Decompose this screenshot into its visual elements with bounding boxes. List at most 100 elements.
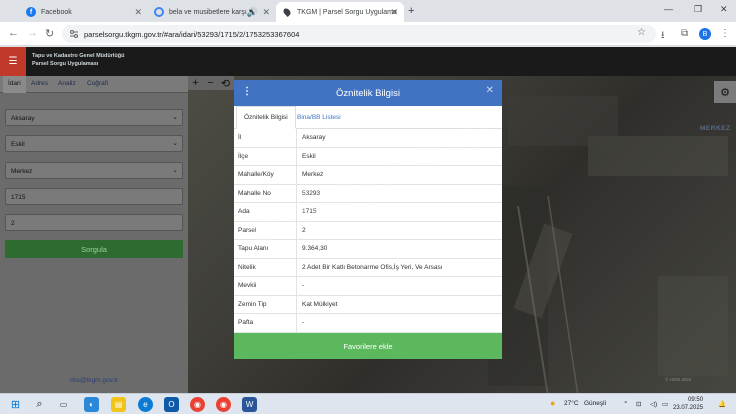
map-settings-gear-icon[interactable]: ⚙	[714, 81, 736, 103]
chrome-icon[interactable]: ◉	[190, 397, 205, 412]
attribute-value: Aksaray	[302, 134, 326, 142]
search-tabs: İdari Adres Analiz Coğrafi	[0, 76, 188, 93]
url-text: parselsorgu.tkgm.gov.tr/#ara/idari/53293…	[84, 29, 300, 39]
map-pin-icon	[282, 7, 292, 17]
weather-sun-icon: ●	[550, 398, 556, 408]
facebook-icon: f	[26, 7, 36, 17]
battery-icon[interactable]: ▭	[662, 400, 668, 408]
attribute-table: İl Aksaray İlçe Eskil Mahalle/Köy Merkez Mahal…	[234, 129, 502, 333]
back-icon[interactable]: ←	[8, 27, 19, 39]
file-explorer-icon[interactable]: ▤	[111, 397, 126, 412]
search-panel: İdari Adres Analiz Coğrafi Aksaray ⌄ Esk…	[0, 76, 188, 393]
tab-adres[interactable]: Adres	[31, 80, 48, 87]
minimize-icon[interactable]: —	[664, 4, 673, 14]
sorgula-button[interactable]: Sorgula	[5, 240, 183, 258]
app-brand: Tapu ve Kadastro Genel Müdürlüğü Parsel …	[32, 52, 125, 68]
attribute-value: Eskil	[302, 152, 316, 160]
tab-idari[interactable]: İdari	[3, 76, 26, 93]
attribute-info-modal: ⋮ Öznitelik Bilgisi ✕ Öznitelik Bilgisi …	[234, 80, 502, 359]
extensions-icon[interactable]: ⧉	[681, 28, 688, 39]
modal-tabs: Öznitelik Bilgisi Bina/BB Listesi	[234, 106, 502, 129]
tab-analiz[interactable]: Analiz	[58, 80, 76, 87]
attribute-row: Ada 1715	[234, 203, 502, 222]
zoom-controls: + − ⟲	[188, 76, 234, 90]
il-select[interactable]: Aksaray ⌄	[5, 109, 183, 126]
weather-text[interactable]: Güneşli	[584, 400, 606, 407]
copilot-icon[interactable]: ◐	[84, 397, 99, 412]
attribute-key: Ada	[234, 203, 297, 221]
task-view-icon[interactable]: ▭	[56, 397, 71, 412]
profile-avatar[interactable]: B	[699, 28, 711, 40]
attribute-value: -	[302, 319, 305, 327]
attribute-value: 2 Adet Bir Katlı Betonarme Ofis,İş Yeri,…	[302, 263, 443, 271]
maximize-icon[interactable]: ❐	[694, 4, 702, 15]
windows-start-icon[interactable]: ⊞	[8, 397, 23, 412]
attribute-key: Tapu Alanı	[234, 240, 297, 258]
contact-email-link[interactable]: cbs@tkgm.gov.tr	[0, 377, 188, 384]
attribute-key: Mevkii	[234, 277, 297, 295]
zoom-out-icon[interactable]: −	[203, 77, 218, 89]
tab-label: TKGM | Parsel Sorgu Uygulama	[297, 8, 397, 16]
speaker-icon[interactable]: 🔊	[247, 7, 258, 18]
zoom-in-icon[interactable]: +	[188, 77, 203, 89]
volume-icon[interactable]: ◁)	[650, 400, 657, 408]
attribute-key: Nitelik	[234, 258, 297, 276]
map-label-merkez: MERKEZ	[700, 125, 731, 132]
bookmark-star-icon[interactable]: ☆	[637, 27, 646, 38]
clock-date: 23.07.2025	[673, 405, 704, 411]
attribute-row: Tapu Alanı 9.364,30	[234, 240, 502, 259]
download-icon[interactable]: ⭳	[661, 28, 665, 45]
word-icon[interactable]: W	[242, 397, 257, 412]
attribute-value: 2	[302, 226, 306, 234]
hamburger-menu-icon[interactable]: ☰	[0, 47, 26, 76]
tab-bina-listesi[interactable]: Bina/BB Listesi	[290, 106, 348, 129]
tab-facebook[interactable]: f Facebook ✕	[20, 2, 148, 22]
close-tab-icon[interactable]: ✕	[134, 7, 142, 18]
tab-google[interactable]: bela ve musibetlere karşı d 🔊 ✕	[148, 2, 276, 22]
network-icon[interactable]: ⊡	[636, 400, 641, 408]
tab-oznitelik[interactable]: Öznitelik Bilgisi	[236, 106, 296, 129]
tray-overflow-icon[interactable]: ⌃	[623, 400, 628, 408]
brand-line-1: Tapu ve Kadastro Genel Müdürlüğü	[32, 53, 125, 59]
windows-taskbar: ⊞ ⌕ ▭ ◐ ▤ e O ◉ ◉ W ● 27°C Güneşli ⌃ ⊡ ◁…	[0, 393, 736, 414]
search-icon[interactable]: ⌕	[32, 397, 47, 412]
parsel-input[interactable]: 2	[5, 214, 183, 231]
attribute-row: Mahalle No 53293	[234, 184, 502, 203]
new-tab-button[interactable]: +	[408, 5, 414, 17]
attribute-row: İl Aksaray	[234, 129, 502, 148]
close-window-icon[interactable]: ✕	[720, 4, 728, 15]
notification-bell-icon[interactable]: 🔔	[718, 400, 726, 408]
clock[interactable]: 09:50 23.07.2025	[673, 396, 703, 412]
edge-icon[interactable]: e	[138, 397, 153, 412]
modal-menu-icon[interactable]: ⋮	[242, 86, 252, 97]
ada-input[interactable]: 1715	[5, 188, 183, 205]
tab-tkgm[interactable]: TKGM | Parsel Sorgu Uygulama ✕	[276, 2, 404, 22]
ilce-select[interactable]: Eskil ⌄	[5, 135, 183, 152]
attribute-value: -	[302, 282, 305, 290]
chrome-active-icon[interactable]: ◉	[216, 397, 231, 412]
url-field[interactable]: parselsorgu.tkgm.gov.tr/#ara/idari/53293…	[62, 25, 656, 43]
browser-tab-bar: f Facebook ✕ bela ve musibetlere karşı d…	[0, 0, 736, 22]
il-value: Aksaray	[11, 115, 35, 122]
attribute-key: Parsel	[234, 221, 297, 239]
tab-cografi[interactable]: Coğrafi	[87, 80, 108, 87]
reload-icon[interactable]: ↻	[45, 27, 54, 40]
modal-close-icon[interactable]: ✕	[486, 85, 494, 96]
attribute-value: 53293	[302, 189, 321, 197]
forward-icon[interactable]: →	[27, 27, 38, 39]
attribute-row: Pafta -	[234, 314, 502, 333]
attribute-key: İlçe	[234, 147, 297, 165]
outlook-icon[interactable]: O	[164, 397, 179, 412]
add-favorite-button[interactable]: Favorilere ekle	[234, 333, 502, 359]
close-tab-icon[interactable]: ✕	[390, 7, 398, 18]
chevron-down-icon: ⌄	[172, 114, 178, 121]
chevron-down-icon: ⌄	[172, 140, 178, 147]
weather-temp[interactable]: 27°C	[564, 400, 579, 407]
menu-dots-icon[interactable]: ⋮	[720, 28, 730, 39]
mahalle-select[interactable]: Merkez ⌄	[5, 162, 183, 179]
reset-view-icon[interactable]: ⟲	[218, 77, 233, 90]
site-settings-icon[interactable]	[69, 29, 79, 39]
mahalle-value: Merkez	[11, 168, 33, 175]
close-tab-icon[interactable]: ✕	[262, 7, 270, 18]
attribute-row: Parsel 2	[234, 221, 502, 240]
